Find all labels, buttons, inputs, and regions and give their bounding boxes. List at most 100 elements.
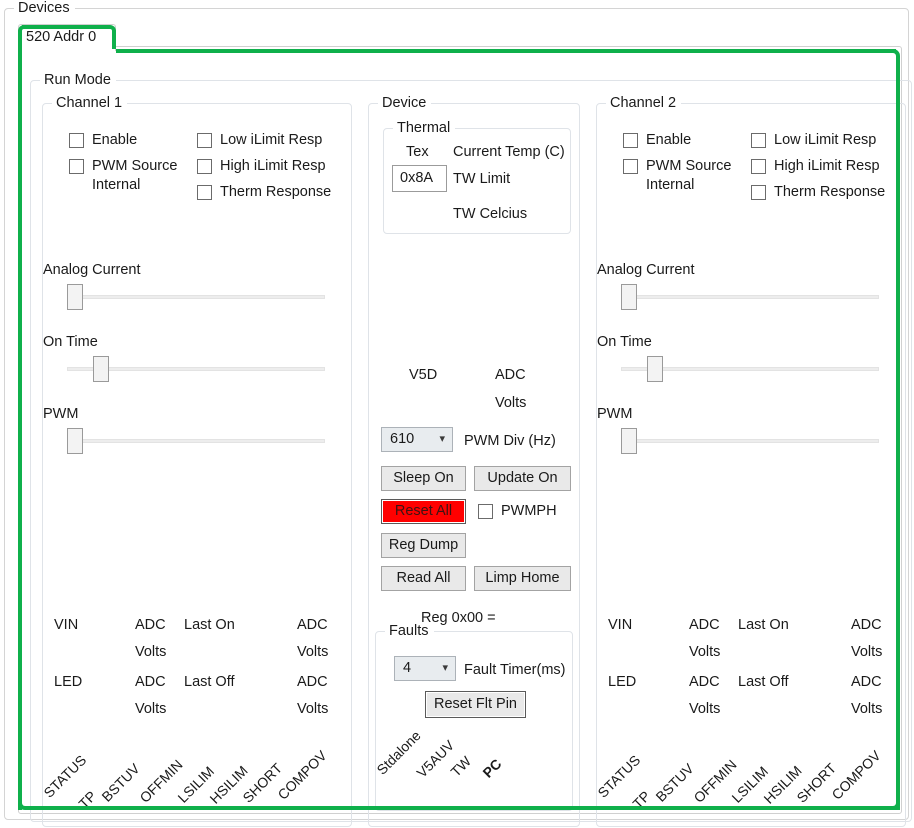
- channel-2-vin-volts: Volts: [689, 644, 721, 660]
- slider-thumb[interactable]: [67, 428, 83, 454]
- channel-1-group: Channel 1 Enable PWM Source Internal Low…: [40, 94, 352, 827]
- channel-2-therm-response-checkbox[interactable]: Therm Response: [751, 183, 885, 202]
- fault-timer-select[interactable]: 4 ▾: [394, 656, 456, 681]
- slider-track: [621, 295, 879, 299]
- tab-selection-outline-left: [18, 31, 22, 810]
- fault-flag-tw: TW: [447, 753, 475, 780]
- channel-1-pwm-slider[interactable]: [67, 428, 325, 454]
- channel-2-last-off-adc: ADC: [851, 674, 882, 690]
- thermal-tw-limit-label: TW Limit: [453, 171, 511, 187]
- pwm-div-select[interactable]: 610 ▾: [381, 427, 453, 452]
- checkbox-box-icon: [197, 133, 212, 148]
- sleep-on-button[interactable]: Sleep On: [381, 466, 466, 491]
- limp-home-button[interactable]: Limp Home: [474, 566, 571, 591]
- channel-1-low-ilimit-resp-checkbox[interactable]: Low iLimit Resp: [197, 131, 322, 150]
- channel-2-vin-label: VIN: [608, 617, 633, 633]
- slider-track: [621, 439, 879, 443]
- fault-flag-pc: PC: [479, 755, 505, 781]
- channel-1-pwm-source-line2: Internal: [92, 177, 141, 193]
- thermal-tex-label: Tex: [406, 144, 429, 160]
- channel-1-therm-response-checkbox[interactable]: Therm Response: [197, 183, 331, 202]
- tab-selection-outline-tab-top: [22, 25, 106, 29]
- update-on-button[interactable]: Update On: [474, 466, 571, 491]
- slider-thumb[interactable]: [621, 428, 637, 454]
- channel-1-on-time-label: On Time: [43, 334, 98, 350]
- channel-1-last-on-label: Last On: [184, 617, 235, 633]
- devices-group-title: Devices: [14, 0, 75, 17]
- channel-2-on-time-label: On Time: [597, 334, 652, 350]
- channel-2-low-ilimit-resp-checkbox[interactable]: Low iLimit Resp: [751, 131, 876, 150]
- thermal-tw-limit-value: 0x8A: [400, 170, 434, 186]
- fault-flag-v5auv: V5AUV: [413, 736, 458, 781]
- tab-selection-corner-tab-topleft: [18, 25, 26, 33]
- slider-track: [67, 439, 325, 443]
- channel-1-flag-short: SHORT: [239, 759, 286, 806]
- channel-1-last-off-label: Last Off: [184, 674, 235, 690]
- thermal-group: Thermal Tex Current Temp (C) 0x8A TW Lim…: [383, 119, 571, 234]
- channel-1-high-ilimit-resp-checkbox[interactable]: High iLimit Resp: [197, 157, 326, 176]
- channel-2-analog-current-label: Analog Current: [597, 262, 695, 278]
- tab-selection-corner-bottomleft: [18, 798, 30, 810]
- channel-2-led-adc: ADC: [689, 674, 720, 690]
- channel-2-pwm-source-line1: PWM Source: [646, 158, 732, 174]
- slider-thumb[interactable]: [621, 284, 637, 310]
- channel-1-title: Channel 1: [52, 94, 128, 112]
- channel-2-high-ilimit-resp-checkbox[interactable]: High iLimit Resp: [751, 157, 880, 176]
- channel-2-on-time-slider[interactable]: [621, 356, 879, 382]
- channel-2-led-volts: Volts: [689, 701, 721, 717]
- pwmph-label: PWMPH: [501, 503, 557, 519]
- channel-1-flag-bstuv: BSTUV: [98, 760, 143, 805]
- channel-1-analog-current-slider[interactable]: [67, 284, 325, 310]
- thermal-tw-limit-input[interactable]: 0x8A: [392, 165, 447, 192]
- slider-thumb[interactable]: [67, 284, 83, 310]
- device-v5d-volts: Volts: [495, 395, 527, 411]
- channel-2-last-on-volts: Volts: [851, 644, 883, 660]
- channel-2-pwm-label: PWM: [597, 406, 633, 422]
- channel-2-flag-hsilim: HSILIM: [760, 762, 805, 807]
- channel-1-led-adc: ADC: [135, 674, 166, 690]
- channel-1-pwm-source-label-wrap: PWM Source Internal: [92, 157, 177, 195]
- channel-2-flag-short: SHORT: [793, 759, 840, 806]
- pwmph-checkbox[interactable]: PWMPH: [478, 502, 557, 521]
- channel-1-last-on-volts: Volts: [297, 644, 329, 660]
- channel-1-low-ilimit-resp-label: Low iLimit Resp: [220, 132, 323, 148]
- channel-1-therm-response-label: Therm Response: [220, 184, 332, 200]
- chevron-down-icon: ▾: [442, 662, 448, 674]
- channel-1-high-ilimit-resp-label: High iLimit Resp: [220, 158, 326, 174]
- channel-2-pwm-source-line2: Internal: [646, 177, 695, 193]
- reset-all-button[interactable]: Reset All: [381, 499, 466, 524]
- channel-2-analog-current-slider[interactable]: [621, 284, 879, 310]
- checkbox-box-icon: [197, 159, 212, 174]
- reg-dump-button[interactable]: Reg Dump: [381, 533, 466, 558]
- thermal-tw-celcius-label: TW Celcius: [453, 206, 528, 222]
- checkbox-box-icon: [478, 504, 493, 519]
- channel-2-enable-checkbox[interactable]: Enable: [623, 131, 691, 150]
- channel-2-pwm-source-internal-checkbox[interactable]: PWM Source Internal: [623, 157, 731, 195]
- reset-flt-pin-button[interactable]: Reset Flt Pin: [425, 691, 526, 718]
- tab-selection-outline-bottom: [26, 806, 900, 810]
- channel-1-vin-adc: ADC: [135, 617, 166, 633]
- slider-thumb[interactable]: [647, 356, 663, 382]
- channel-2-enable-label: Enable: [646, 132, 692, 148]
- channel-1-flag-hsilim: HSILIM: [206, 762, 251, 807]
- channel-2-flag-bstuv: BSTUV: [652, 760, 697, 805]
- checkbox-box-icon: [751, 133, 766, 148]
- channel-1-on-time-slider[interactable]: [67, 356, 325, 382]
- channel-2-pwm-slider[interactable]: [621, 428, 879, 454]
- tab-520-addr-0-label: 520 Addr 0: [26, 29, 97, 45]
- read-all-button[interactable]: Read All: [381, 566, 466, 591]
- checkbox-box-icon: [623, 133, 638, 148]
- channel-1-enable-checkbox[interactable]: Enable: [69, 131, 137, 150]
- channel-1-vin-volts: Volts: [135, 644, 167, 660]
- slider-thumb[interactable]: [93, 356, 109, 382]
- tab-selection-outline-page-top: [116, 49, 896, 53]
- slider-track: [67, 295, 325, 299]
- fault-timer-value: 4: [403, 660, 412, 676]
- channel-1-led-volts: Volts: [135, 701, 167, 717]
- tab-selection-corner-tab-topright: [106, 25, 116, 35]
- channel-2-vin-adc: ADC: [689, 617, 720, 633]
- checkbox-box-icon: [751, 185, 766, 200]
- pwm-div-value: 610: [390, 431, 415, 447]
- faults-group: Faults 4 ▾ Fault Timer(ms) Reset Flt Pin…: [373, 622, 573, 811]
- channel-1-pwm-source-internal-checkbox[interactable]: PWM Source Internal: [69, 157, 177, 195]
